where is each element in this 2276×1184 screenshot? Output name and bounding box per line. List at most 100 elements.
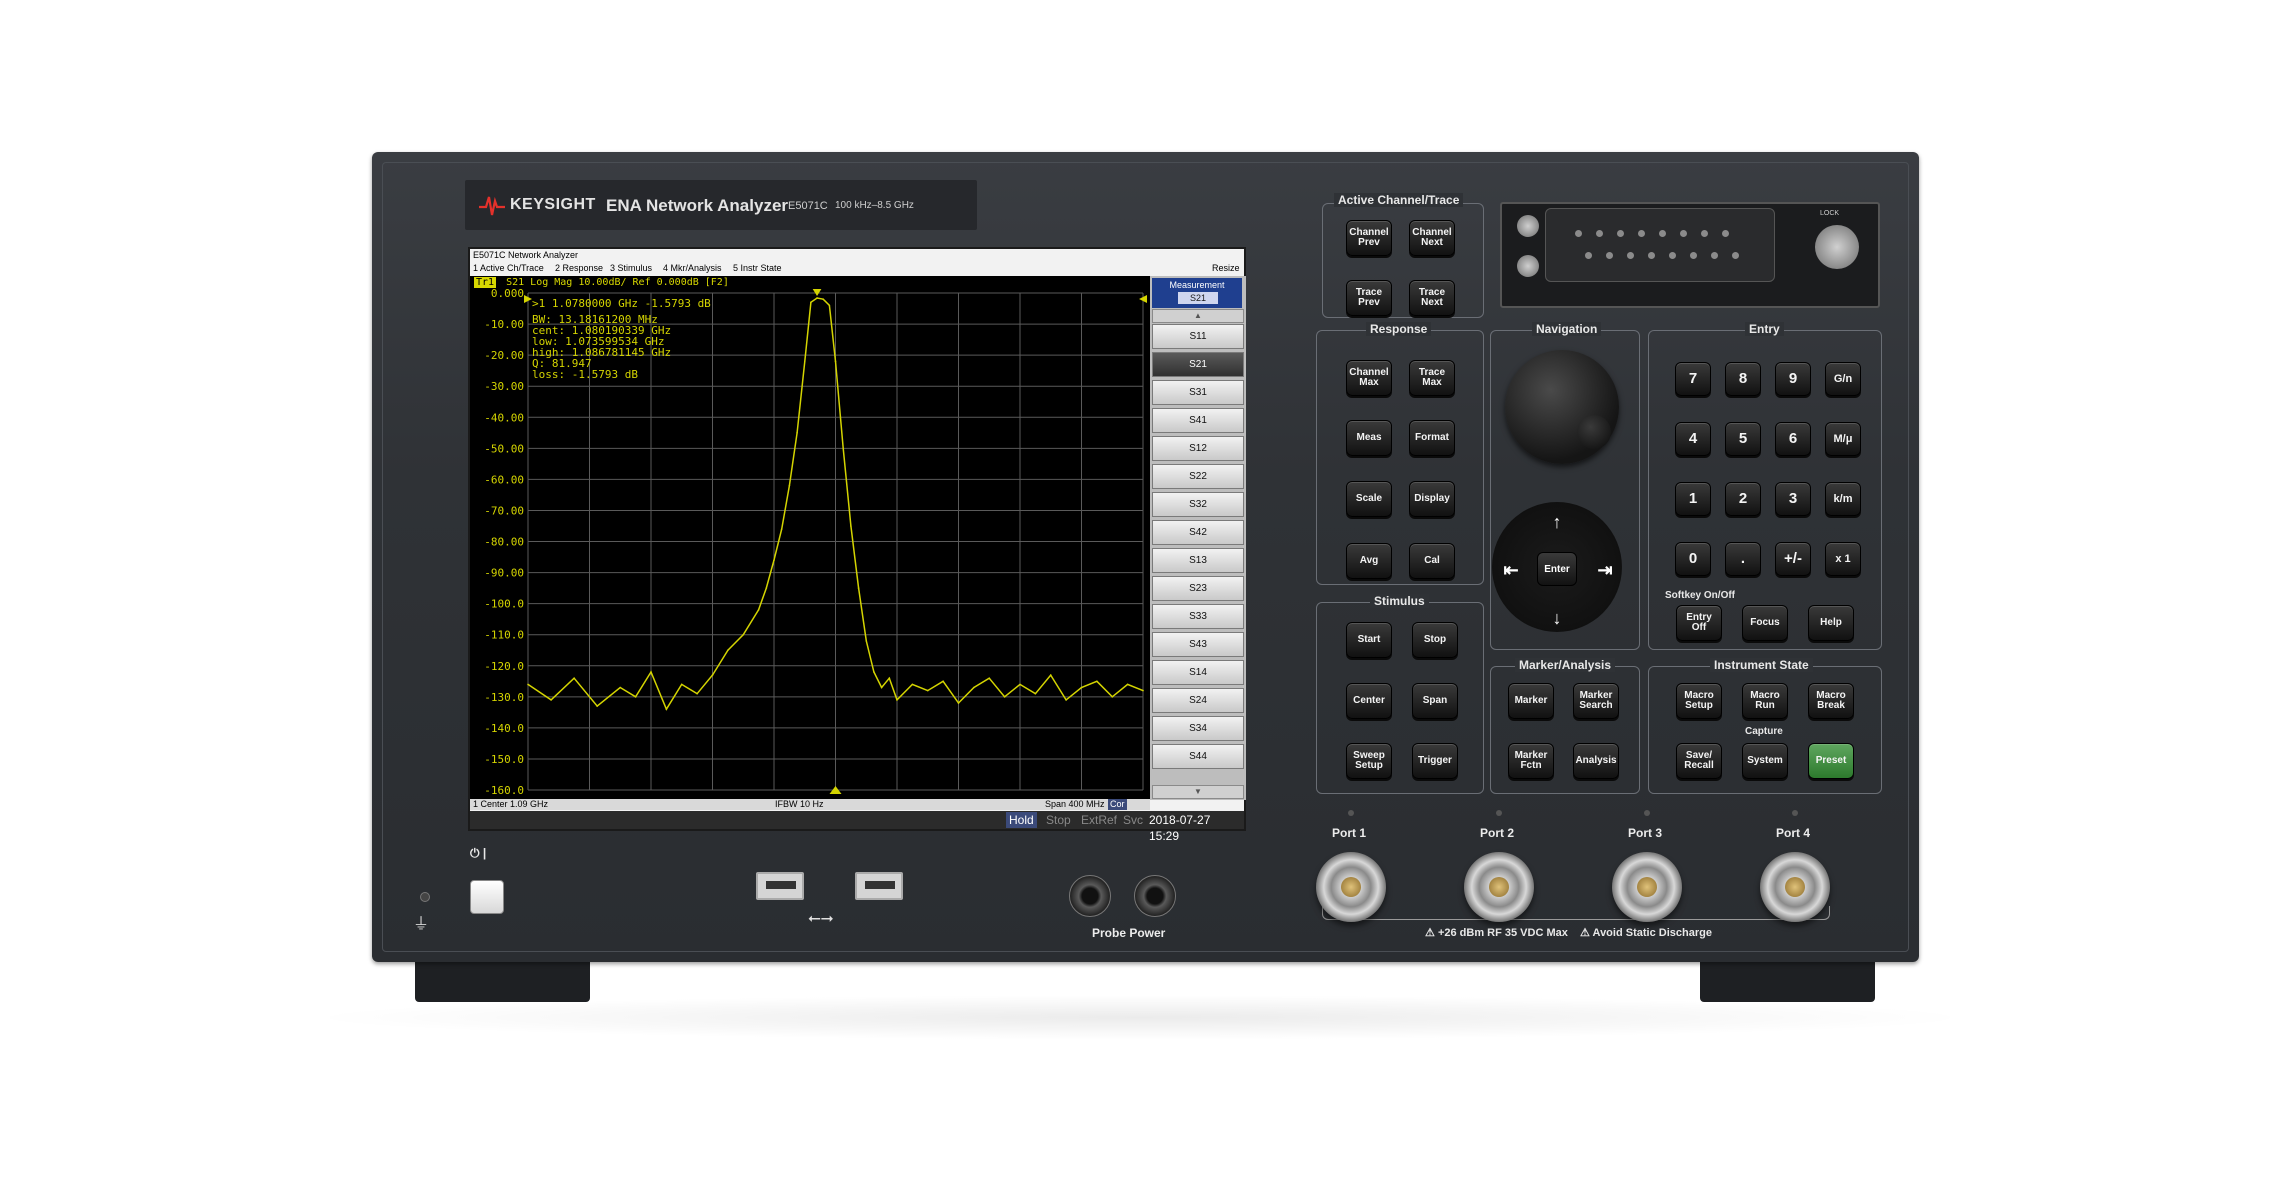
key-6[interactable]: 6 xyxy=(1775,422,1811,456)
softkey-s42[interactable]: S42 xyxy=(1152,520,1244,545)
key-0[interactable]: 0 xyxy=(1675,542,1711,576)
key-m-mu[interactable]: M/μ xyxy=(1825,422,1861,456)
save-recall-key[interactable]: Save/ Recall xyxy=(1676,743,1722,779)
channel-prev-key[interactable]: Channel Prev xyxy=(1346,220,1392,256)
macro-setup-key[interactable]: Macro Setup xyxy=(1676,683,1722,719)
trace-max-key[interactable]: Trace Max xyxy=(1409,360,1455,396)
trace-next-key[interactable]: Trace Next xyxy=(1409,280,1455,316)
menu-bar: 1 Active Ch/Trace 2 Response 3 Stimulus … xyxy=(470,262,1244,275)
analysis-key[interactable]: Analysis xyxy=(1573,743,1619,779)
meas-key[interactable]: Meas xyxy=(1346,420,1392,456)
softkey-s24[interactable]: S24 xyxy=(1152,688,1244,713)
focus-key[interactable]: Focus xyxy=(1742,605,1788,641)
port-1-connector[interactable] xyxy=(1316,852,1386,922)
format-key[interactable]: Format xyxy=(1409,420,1455,456)
trace-badge[interactable]: Tr1 xyxy=(474,277,497,288)
key-8[interactable]: 8 xyxy=(1725,362,1761,396)
softkey-scroll-up[interactable]: ▲ xyxy=(1152,309,1244,323)
trace-point xyxy=(527,683,529,686)
softkey-s12[interactable]: S12 xyxy=(1152,436,1244,461)
softkey-s33[interactable]: S33 xyxy=(1152,604,1244,629)
key-x1[interactable]: x 1 xyxy=(1825,542,1861,576)
softkey-s23[interactable]: S23 xyxy=(1152,576,1244,601)
menu-stimulus[interactable]: 3 Stimulus xyxy=(610,262,652,275)
power-button[interactable] xyxy=(470,880,504,914)
up-arrow-key[interactable]: ↑ xyxy=(1542,508,1572,536)
sweep-setup-key[interactable]: Sweep Setup xyxy=(1346,743,1392,779)
softkey-s13[interactable]: S13 xyxy=(1152,548,1244,573)
marker-fctn-key[interactable]: Marker Fctn xyxy=(1508,743,1554,779)
key-plus-minus[interactable]: +/- xyxy=(1775,542,1811,576)
cor-badge: Cor xyxy=(1108,799,1127,810)
usb-icon: ⭠⭢ xyxy=(808,910,834,927)
probe-power-connector[interactable] xyxy=(1134,875,1176,917)
key-4[interactable]: 4 xyxy=(1675,422,1711,456)
channel-next-key[interactable]: Channel Next xyxy=(1409,220,1455,256)
model-title: ENA Network Analyzer xyxy=(606,196,789,215)
softkey-scroll-down[interactable]: ▼ xyxy=(1152,785,1244,799)
trace-point xyxy=(788,484,791,487)
system-key[interactable]: System xyxy=(1742,743,1788,779)
key-9[interactable]: 9 xyxy=(1775,362,1811,396)
down-arrow-key[interactable]: ↓ xyxy=(1542,604,1572,632)
enter-key[interactable]: Enter xyxy=(1537,552,1577,586)
marker-search-key[interactable]: Marker Search xyxy=(1573,683,1619,719)
key-2[interactable]: 2 xyxy=(1725,482,1761,516)
avg-key[interactable]: Avg xyxy=(1346,543,1392,579)
macro-break-key[interactable]: Macro Break xyxy=(1808,683,1854,719)
usb-port[interactable] xyxy=(756,872,804,900)
softkey-s14[interactable]: S14 xyxy=(1152,660,1244,685)
softkey-s11[interactable]: S11 xyxy=(1152,324,1244,349)
port-2-connector[interactable] xyxy=(1464,852,1534,922)
marker-key[interactable]: Marker xyxy=(1508,683,1554,719)
key-5[interactable]: 5 xyxy=(1725,422,1761,456)
softkey-s44[interactable]: S44 xyxy=(1152,744,1244,769)
macro-run-key[interactable]: Macro Run xyxy=(1742,683,1788,719)
key-g-n[interactable]: G/n xyxy=(1825,362,1861,396)
cal-key[interactable]: Cal xyxy=(1409,543,1455,579)
softkey-s21[interactable]: S21 xyxy=(1152,352,1244,377)
key-1[interactable]: 1 xyxy=(1675,482,1711,516)
start-key[interactable]: Start xyxy=(1346,622,1392,658)
probe-power-connector[interactable] xyxy=(1069,875,1111,917)
menu-resize[interactable]: Resize xyxy=(1212,262,1240,275)
softkey-s34[interactable]: S34 xyxy=(1152,716,1244,741)
trigger-key[interactable]: Trigger xyxy=(1412,743,1458,779)
softkey-s22[interactable]: S22 xyxy=(1152,464,1244,489)
left-foot xyxy=(415,960,590,1002)
right-arrow-key[interactable]: ⇥ xyxy=(1590,556,1620,584)
port-3-connector[interactable] xyxy=(1612,852,1682,922)
entry-off-key[interactable]: Entry Off xyxy=(1676,605,1722,641)
port-4-connector[interactable] xyxy=(1760,852,1830,922)
menu-instr-state[interactable]: 5 Instr State xyxy=(733,262,782,275)
trace-chart: 0.000 -10.00 -20.00 -30.00 -40.00 -50.00 -60.0… xyxy=(484,289,1147,797)
lock-knob[interactable] xyxy=(1815,225,1859,269)
key-3[interactable]: 3 xyxy=(1775,482,1811,516)
softkey-s32[interactable]: S32 xyxy=(1152,492,1244,517)
span-key[interactable]: Span xyxy=(1412,683,1458,719)
stop-key[interactable]: Stop xyxy=(1412,622,1458,658)
center-key[interactable]: Center xyxy=(1346,683,1392,719)
trace-point xyxy=(1080,686,1083,689)
softkey-s41[interactable]: S41 xyxy=(1152,408,1244,433)
preset-key[interactable]: Preset xyxy=(1808,743,1854,779)
left-arrow-key[interactable]: ⇤ xyxy=(1496,556,1526,584)
screw-icon xyxy=(1517,255,1539,277)
display-key[interactable]: Display xyxy=(1409,481,1455,517)
trace-prev-key[interactable]: Trace Prev xyxy=(1346,280,1392,316)
menu-mkr-analysis[interactable]: 4 Mkr/Analysis xyxy=(663,262,722,275)
help-key[interactable]: Help xyxy=(1808,605,1854,641)
softkey-s43[interactable]: S43 xyxy=(1152,632,1244,657)
usb-port[interactable] xyxy=(855,872,903,900)
esd-warning-text: Avoid Static Discharge xyxy=(1592,927,1712,939)
channel-max-key[interactable]: Channel Max xyxy=(1346,360,1392,396)
trace-point xyxy=(573,677,575,679)
key-7[interactable]: 7 xyxy=(1675,362,1711,396)
menu-active-ch-trace[interactable]: 1 Active Ch/Trace xyxy=(473,262,544,275)
menu-response[interactable]: 2 Response xyxy=(555,262,603,275)
trace-point xyxy=(834,360,837,363)
key-k-m[interactable]: k/m xyxy=(1825,482,1861,516)
key-dot[interactable]: . xyxy=(1725,542,1761,576)
softkey-s31[interactable]: S31 xyxy=(1152,380,1244,405)
scale-key[interactable]: Scale xyxy=(1346,481,1392,517)
